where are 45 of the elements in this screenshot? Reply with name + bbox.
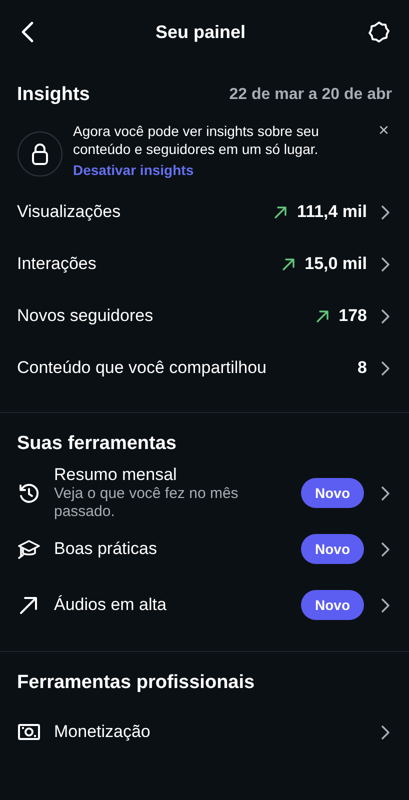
- history-icon: [17, 481, 41, 505]
- metric-row[interactable]: Visualizações 111,4 mil: [0, 186, 409, 238]
- lock-icon: [17, 131, 63, 177]
- metric-label: Conteúdo que você compartilhou: [17, 358, 266, 378]
- metric-value: 111,4 mil: [297, 202, 367, 222]
- chevron-right-icon: [381, 486, 390, 500]
- metric-value: 15,0 mil: [304, 254, 367, 274]
- settings-button[interactable]: [367, 20, 391, 44]
- tool-label: Resumo mensal: [54, 465, 178, 485]
- section-heading: Insights: [17, 84, 90, 106]
- disable-insights-link[interactable]: Desativar insights: [73, 162, 194, 178]
- chevron-right-icon: [381, 542, 390, 556]
- page-title: Seu painel: [155, 22, 246, 42]
- chevron-right-icon: [381, 598, 390, 612]
- chevron-right-icon: [381, 724, 390, 740]
- banner-message: Agora você pode ver insights sobre seu conteúdo e seguidores em um só lugar.: [73, 122, 320, 158]
- metric-value: 178: [338, 306, 367, 326]
- metric-value: 8: [358, 358, 367, 378]
- metric-row[interactable]: Novos seguidores 178: [0, 290, 409, 342]
- tool-row[interactable]: Áudios em alta Novo: [0, 577, 409, 633]
- tool-label: Boas práticas: [54, 539, 158, 559]
- back-button[interactable]: [20, 21, 34, 43]
- tool-label: Monetização: [54, 722, 152, 742]
- new-badge: Novo: [301, 478, 364, 508]
- chevron-right-icon: [381, 308, 390, 324]
- section-heading: Ferramentas profissionais: [17, 672, 255, 694]
- close-button[interactable]: ×: [378, 122, 389, 138]
- tool-row[interactable]: Monetização: [0, 704, 409, 760]
- metric-label: Novos seguidores: [17, 306, 154, 326]
- chevron-right-icon: [381, 256, 390, 272]
- metric-label: Visualizações: [17, 202, 121, 222]
- new-badge: Novo: [301, 534, 364, 564]
- metric-label: Interações: [17, 254, 96, 274]
- section-heading: Suas ferramentas: [17, 433, 176, 455]
- metric-row[interactable]: Interações 15,0 mil: [0, 238, 409, 290]
- metric-row[interactable]: Conteúdo que você compartilhou 8: [0, 342, 409, 394]
- new-badge: Novo: [301, 590, 364, 620]
- tool-row[interactable]: Resumo mensal Veja o que você fez no mês passado. Novo: [0, 465, 409, 521]
- tool-description: Veja o que você fez no mês passado.: [54, 485, 240, 521]
- graduation-cap-icon: [17, 537, 41, 561]
- chevron-right-icon: [381, 360, 390, 376]
- date-range: 22 de mar a 20 de abr: [229, 86, 392, 104]
- tool-row[interactable]: Boas práticas Novo: [0, 521, 409, 577]
- chevron-right-icon: [381, 204, 390, 220]
- tool-label: Áudios em alta: [54, 595, 168, 615]
